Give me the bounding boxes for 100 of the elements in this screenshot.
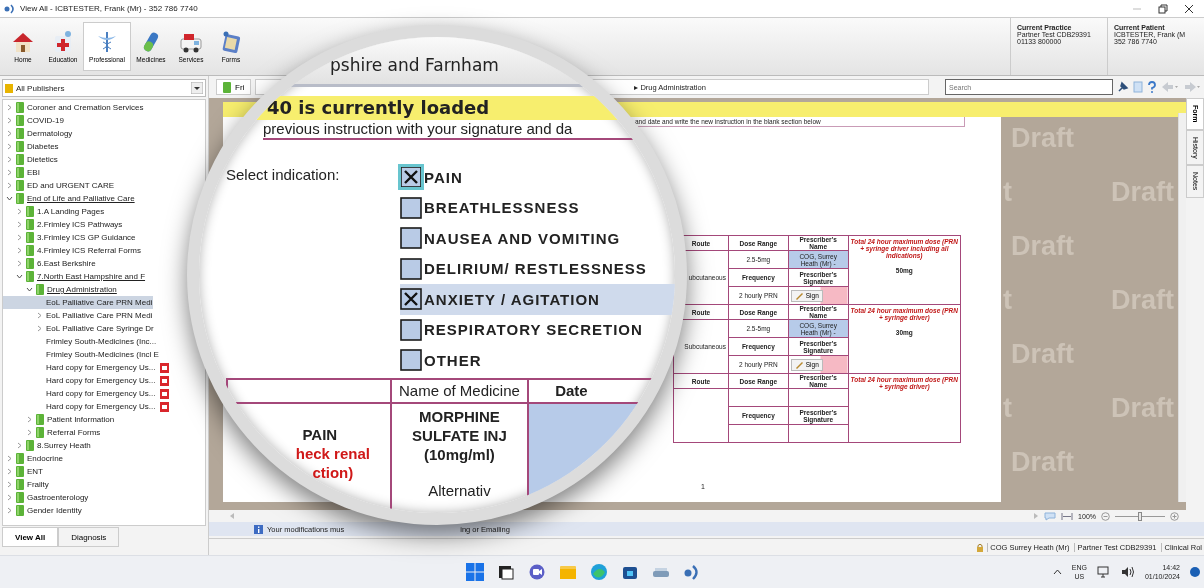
tree-item[interactable]: Hard copy for Emergency Us... [3, 387, 170, 400]
chevron-icon[interactable] [36, 312, 43, 319]
tree-item[interactable]: EoL Palliative Care PRN Medi [3, 296, 153, 309]
tree-item[interactable]: ENT [3, 465, 153, 478]
volume-icon[interactable] [1120, 566, 1135, 578]
chevron-icon[interactable] [6, 507, 13, 514]
taskview-icon[interactable] [497, 563, 515, 581]
tree-item[interactable]: Patient Information [3, 413, 153, 426]
tree-item[interactable]: Gastroenterology [3, 491, 153, 504]
chevron-icon[interactable] [16, 208, 23, 215]
publisher-dropdown[interactable]: All Publishers [2, 79, 206, 97]
checkbox-icon[interactable] [400, 196, 422, 219]
tree-item[interactable]: 4.Frimley ICS Referral Forms [3, 244, 153, 257]
chevron-icon[interactable] [6, 455, 13, 462]
checkbox-icon[interactable] [400, 349, 422, 372]
pin-icon[interactable] [1117, 81, 1129, 93]
tree-item[interactable]: End of Life and Palliative Care [3, 192, 153, 205]
close-icon[interactable] [1184, 3, 1194, 14]
checkbox-icon[interactable] [400, 318, 422, 341]
chevron-icon[interactable] [6, 481, 13, 488]
tree-item[interactable]: Hard copy for Emergency Us... [3, 400, 170, 413]
chevron-icon[interactable] [6, 156, 13, 163]
tree-item[interactable]: Drug Administration [3, 283, 153, 296]
tree-item[interactable]: 2.Frimley ICS Pathways [3, 218, 153, 231]
checkbox-icon[interactable] [400, 288, 422, 311]
tree-item[interactable]: Dermatology [3, 127, 153, 140]
tree-item[interactable]: Endocrine [3, 452, 153, 465]
dropdown-caret-icon[interactable] [191, 82, 203, 94]
chevron-icon[interactable] [6, 117, 13, 124]
tree-item[interactable]: EBI [3, 166, 153, 179]
help-icon[interactable] [1147, 81, 1157, 93]
chevron-up-icon[interactable] [1052, 569, 1062, 575]
scroll-left-icon[interactable] [229, 513, 235, 519]
tree-item[interactable]: Hard copy for Emergency Us... [3, 374, 170, 387]
notification-icon[interactable] [1190, 567, 1200, 577]
folder-icon[interactable] [559, 563, 577, 581]
indication-checkbox[interactable]: ANXIETY / AGITATION [400, 284, 675, 315]
tree-item[interactable]: Dietetics [3, 153, 153, 166]
checkbox-icon[interactable] [400, 227, 422, 250]
chevron-icon[interactable] [16, 260, 23, 267]
chevron-icon[interactable] [16, 273, 23, 280]
chevron-icon[interactable] [16, 247, 23, 254]
chevron-icon[interactable] [6, 494, 13, 501]
tree-item[interactable]: Referral Forms [3, 426, 153, 439]
panel-tab[interactable]: View All [2, 527, 59, 547]
indication-checkbox[interactable]: RESPIRATORY SECRETION [400, 314, 675, 345]
tree-item[interactable]: Frailty [3, 478, 153, 491]
chevron-icon[interactable] [6, 169, 13, 176]
tree-item[interactable]: 7.North East Hampshire and F [3, 270, 153, 283]
scroll-right-icon[interactable] [1033, 513, 1040, 519]
chevron-icon[interactable] [26, 429, 33, 436]
tree-item[interactable]: EoL Palliative Care Syringe Dr [3, 322, 154, 335]
windows-start-icon[interactable] [466, 563, 484, 581]
checkbox-icon[interactable] [400, 166, 422, 189]
chat-icon[interactable] [528, 563, 546, 581]
chevron-icon[interactable] [6, 182, 13, 189]
tree-item[interactable]: Frimley South-Medicines (Incl E [3, 348, 159, 361]
chevron-icon[interactable] [16, 442, 23, 449]
indication-checkbox[interactable]: BREATHLESSNESS [400, 192, 675, 223]
chevron-icon[interactable] [6, 143, 13, 150]
chevron-icon[interactable] [26, 286, 33, 293]
tree-item[interactable]: ED and URGENT CARE [3, 179, 153, 192]
checkbox-icon[interactable] [400, 257, 422, 280]
book-icon [16, 141, 24, 152]
chevron-icon[interactable] [16, 234, 23, 241]
tree-item[interactable]: 6.East Berkshire [3, 257, 153, 270]
document-tab[interactable]: Fri [216, 79, 252, 95]
chevron-icon[interactable] [36, 325, 43, 332]
chevron-icon[interactable] [6, 104, 13, 111]
panel-tab[interactable]: Diagnosis [58, 527, 120, 547]
zoom-in-icon[interactable] [1170, 511, 1179, 521]
slider-thumb[interactable] [1138, 511, 1142, 521]
tree-item[interactable]: 3.Frimley ICS GP Guidance [3, 231, 153, 244]
tree-item[interactable]: Gender Identity [3, 504, 153, 517]
tree-item[interactable]: Hard copy for Emergency Us... [3, 361, 170, 374]
app-logo-icon[interactable] [683, 563, 701, 581]
tree-item[interactable]: Coroner and Cremation Services [3, 101, 153, 114]
chevron-icon[interactable] [16, 221, 23, 228]
scrollbar[interactable] [1178, 113, 1186, 502]
tree-item[interactable]: 8.Surrey Heath [3, 439, 153, 452]
tree-item[interactable]: EoL Palliative Care PRN Medi [3, 309, 153, 322]
chevron-icon[interactable] [6, 195, 13, 202]
indication-checkbox[interactable]: OTHER [400, 345, 675, 376]
network-icon[interactable] [1096, 566, 1111, 578]
comment-icon[interactable] [1044, 511, 1057, 521]
indication-checkbox[interactable]: PAIN [400, 162, 675, 193]
fit-width-icon[interactable] [1061, 511, 1074, 521]
tree-item[interactable]: COVID-19 [3, 114, 153, 127]
tree-item[interactable]: Frimley South-Medicines (Inc... [3, 335, 157, 348]
forward-arrow-icon[interactable] [1183, 81, 1201, 93]
tree-item[interactable]: 1.A Landing Pages [3, 205, 153, 218]
zoom-out-icon[interactable] [1101, 511, 1110, 521]
indication-checkbox[interactable]: NAUSEA AND VOMITING [400, 223, 675, 254]
indication-checkbox[interactable]: DELIRIUM/ RESTLESSNESS [400, 253, 675, 284]
tree-item[interactable]: Diabetes [3, 140, 153, 153]
browser-icon[interactable] [590, 563, 608, 581]
chevron-icon[interactable] [26, 416, 33, 423]
restore-icon[interactable] [1158, 3, 1168, 14]
chevron-icon[interactable] [6, 468, 13, 475]
chevron-icon[interactable] [6, 130, 13, 137]
